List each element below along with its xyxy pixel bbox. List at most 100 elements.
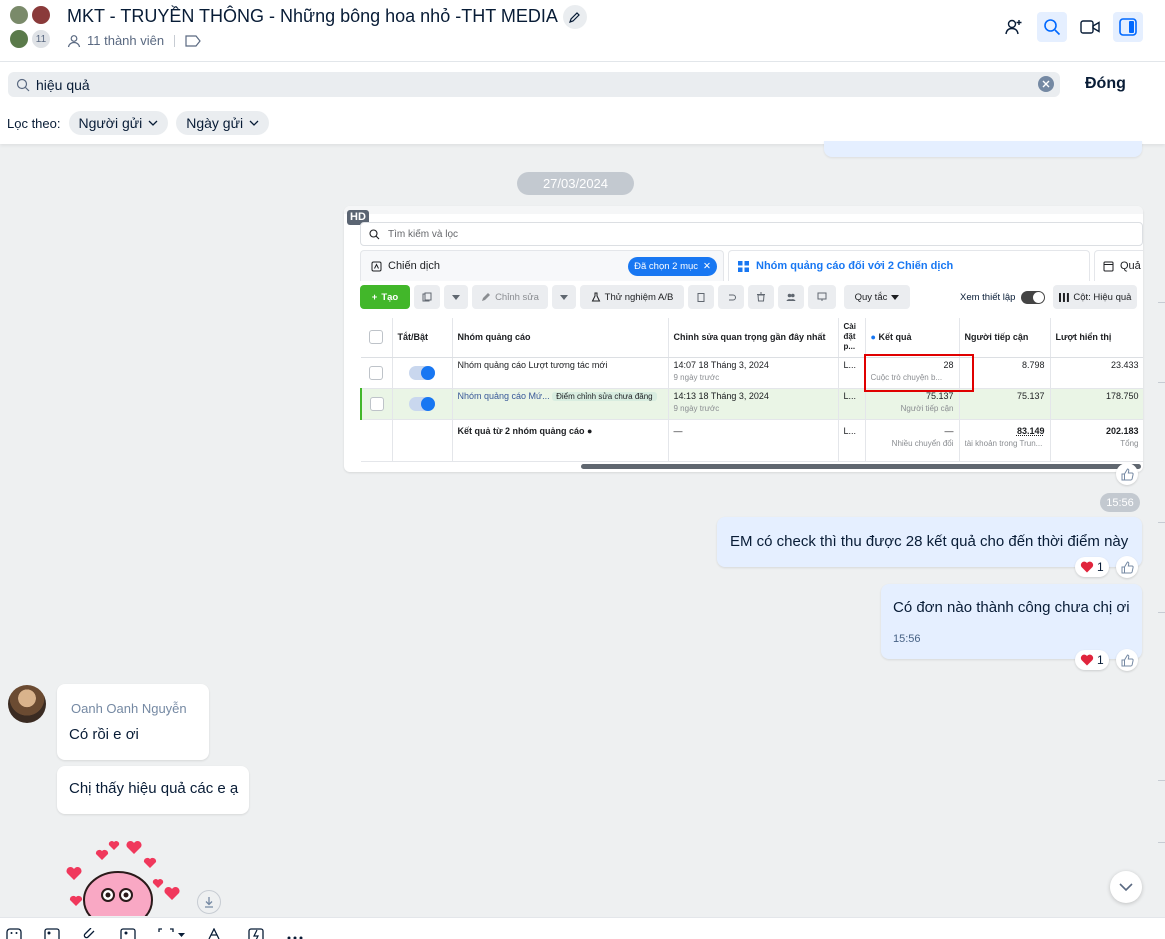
- sender-avatar[interactable]: [8, 685, 46, 723]
- columns-button: Cột: Hiệu quả: [1053, 285, 1138, 309]
- pencil-icon: [569, 12, 580, 23]
- like-button[interactable]: [1116, 649, 1138, 671]
- sticker-image[interactable]: [62, 840, 184, 916]
- download-icon: [205, 897, 213, 908]
- rules-button: Quy tắc: [844, 285, 910, 309]
- adsets-table: Tắt/Bật Nhóm quảng cáo Chỉnh sửa quan tr…: [360, 318, 1143, 462]
- sender-name: Oanh Oanh Nguyễn: [71, 701, 187, 716]
- message-bubble-partial: [824, 141, 1142, 157]
- reaction-badge[interactable]: 1: [1075, 557, 1109, 577]
- message-bubble[interactable]: Oanh Oanh Nguyễn Có rồi e ơi: [57, 684, 209, 760]
- toggle-switch: [409, 396, 435, 411]
- attachment-icon[interactable]: [82, 928, 98, 939]
- delete-button: [748, 285, 774, 309]
- image-icon[interactable]: [44, 928, 60, 939]
- search-button[interactable]: [1037, 12, 1067, 42]
- col-toggle: Tắt/Bật: [392, 318, 453, 358]
- message-text: EM có check thì thu được 28 kết quả cho …: [730, 533, 1129, 550]
- add-member-button[interactable]: [999, 12, 1029, 42]
- message-text: Có rồi e ơi: [69, 726, 139, 743]
- toggle-sidebar-button[interactable]: [1113, 12, 1143, 42]
- ab-test-button: Thử nghiệm A/B: [580, 285, 684, 309]
- edit-button: Chỉnh sửa: [472, 285, 548, 309]
- ad-icon: [1103, 261, 1114, 271]
- like-button[interactable]: [1116, 463, 1138, 485]
- more-icon[interactable]: [286, 928, 304, 939]
- composer-toolbar: [0, 917, 1165, 939]
- date-divider: 27/03/2024: [517, 172, 634, 195]
- table-row: Nhóm quảng cáo Mứ... Điểm chỉnh sửa chưa…: [360, 388, 1143, 420]
- clipboard-icon: [697, 293, 705, 302]
- group-title: MKT - TRUYỀN THÔNG - Những bông hoa nhỏ …: [67, 6, 558, 26]
- info-icon: ●: [870, 332, 876, 343]
- caret-down-icon: [452, 294, 460, 300]
- search-query: hiệu quả: [36, 76, 90, 93]
- message-bubble[interactable]: Có đơn nào thành công chưa chị ơi 15:56: [881, 584, 1142, 659]
- pencil-icon: [482, 293, 491, 301]
- draft-badge: Điểm chỉnh sửa chưa đăng: [552, 391, 657, 401]
- col-results: ● Kết quả: [865, 318, 960, 358]
- preview-button: [808, 285, 836, 309]
- like-button[interactable]: [1116, 556, 1138, 578]
- columns-icon: [1059, 292, 1070, 302]
- preview-icon: [817, 292, 827, 301]
- highlight-box: [864, 354, 974, 392]
- rename-button[interactable]: [563, 5, 587, 29]
- video-call-button[interactable]: [1075, 12, 1105, 42]
- close-icon: [1042, 80, 1050, 88]
- close-search-button[interactable]: Đóng: [1085, 75, 1126, 93]
- view-setup-toggle: Xem thiết lập: [960, 290, 1046, 304]
- toggle-switch: [1021, 290, 1046, 304]
- total-label: Kết quả từ 2 nhóm quảng cáo ●: [452, 419, 669, 462]
- thumbs-up-icon: [1121, 560, 1134, 573]
- grid-icon: [738, 260, 749, 272]
- table-total-row: Kết quả từ 2 nhóm quảng cáo ● — L... — Nh…: [361, 419, 1143, 462]
- tab-adsets: Nhóm quảng cáo đối với 2 Chiến dịch: [728, 250, 1090, 281]
- filter-sender[interactable]: Người gửi: [68, 111, 169, 135]
- contact-card-icon[interactable]: [120, 928, 136, 939]
- toggle-switch: [409, 365, 435, 380]
- sticker-icon[interactable]: [6, 928, 22, 939]
- scroll-to-bottom-button[interactable]: [1110, 871, 1142, 903]
- text-format-icon[interactable]: [208, 928, 226, 939]
- duplicate-dropdown: [444, 285, 468, 309]
- download-button[interactable]: [197, 890, 221, 914]
- table-header: Tắt/Bật Nhóm quảng cáo Chỉnh sửa quan tr…: [361, 318, 1143, 358]
- undo-icon: [729, 294, 736, 301]
- heart-icon: [1080, 654, 1094, 666]
- message-text: Có đơn nào thành công chưa chị ơi: [893, 599, 1130, 616]
- group-avatar[interactable]: 11: [6, 4, 54, 52]
- tag-icon: [185, 34, 201, 47]
- member-count[interactable]: 11 thành viên: [87, 33, 164, 48]
- reaction-badge[interactable]: 1: [1075, 650, 1109, 670]
- chevron-down-icon: [249, 120, 259, 126]
- close-icon: ✕: [703, 261, 711, 272]
- fb-search-field: Tìm kiếm và lọc: [360, 222, 1143, 246]
- message-search-input[interactable]: hiệu quả: [8, 72, 1060, 97]
- checkbox: [369, 396, 384, 411]
- screenshot-icon[interactable]: [158, 928, 186, 939]
- image-message[interactable]: HD Tìm kiếm và lọc Chiến dịch Đã chọn 2 …: [344, 206, 1143, 472]
- create-button: + Tạo: [360, 285, 410, 309]
- tab-campaigns: Chiến dịch Đã chọn 2 mục ✕: [360, 250, 724, 281]
- audience-button: [778, 285, 804, 309]
- clear-search-button[interactable]: [1038, 76, 1054, 92]
- horizontal-scrollbar: [581, 464, 1141, 469]
- filter-date[interactable]: Ngày gửi: [176, 111, 270, 135]
- selected-chip: Đã chọn 2 mục ✕: [628, 257, 717, 276]
- member-avatar: [8, 28, 30, 50]
- member-count-avatar: 11: [30, 28, 52, 50]
- member-avatar: [8, 4, 30, 26]
- thumbs-up-icon: [1121, 467, 1134, 480]
- flask-icon: [591, 292, 600, 302]
- chat-header: 11 MKT - TRUYỀN THÔNG - Những bông hoa n…: [0, 0, 1165, 62]
- message-bubble[interactable]: Chị thấy hiệu quả các e ạ: [57, 766, 249, 814]
- quick-message-icon[interactable]: [248, 928, 264, 939]
- checkbox: [369, 330, 384, 345]
- search-icon: [369, 228, 380, 239]
- caret-down-icon: [891, 294, 900, 300]
- people-icon: [786, 293, 796, 301]
- message-time: 15:56: [1100, 493, 1140, 512]
- add-user-icon: [1005, 19, 1022, 35]
- video-icon: [1080, 20, 1100, 34]
